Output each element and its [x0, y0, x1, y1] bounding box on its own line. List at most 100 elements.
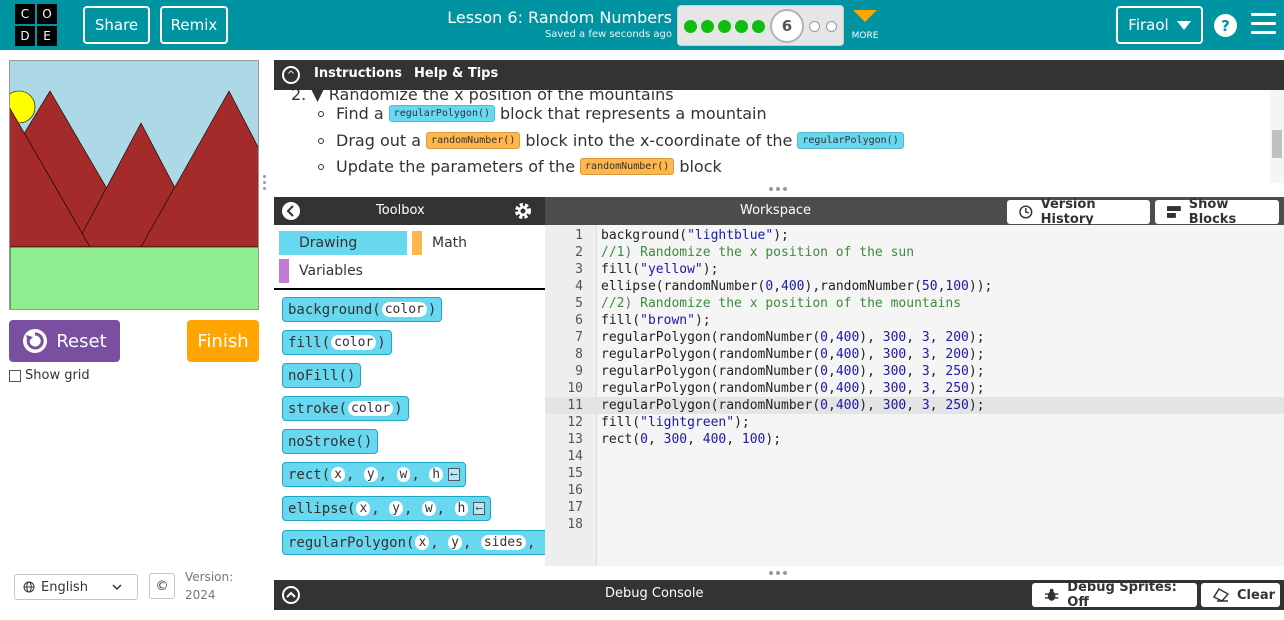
tab-help-tips[interactable]: Help & Tips — [414, 66, 498, 81]
block-ellipse[interactable]: ellipse( x, y, w, h ⟵ — [282, 496, 492, 521]
logo-letter: C — [15, 4, 35, 24]
level-dot-complete[interactable] — [735, 20, 748, 33]
line-number[interactable]: 8 — [545, 347, 583, 362]
finish-button[interactable]: Finish — [187, 320, 259, 362]
line-number[interactable]: 3 — [545, 262, 583, 277]
code-line[interactable]: regularPolygon(randomNumber(0,400), 300,… — [601, 330, 985, 345]
language-select[interactable]: English — [14, 574, 138, 600]
copyright-button[interactable]: © — [149, 573, 175, 599]
block-fill[interactable]: fill(color) — [282, 330, 392, 355]
list-item: Find a regularPolygon() block that repre… — [318, 104, 767, 123]
code-line[interactable]: //1) Randomize the x position of the sun — [601, 245, 914, 260]
line-number[interactable]: 18 — [545, 517, 583, 532]
line-number[interactable]: 1 — [545, 228, 583, 243]
line-number[interactable]: 5 — [545, 296, 583, 311]
level-dot-complete[interactable] — [718, 20, 731, 33]
level-dot-complete[interactable] — [752, 20, 765, 33]
debug-console-title: Debug Console — [605, 586, 704, 601]
scrollbar-thumb[interactable] — [1272, 130, 1282, 158]
code-line[interactable]: regularPolygon(randomNumber(0,400), 300,… — [601, 364, 985, 379]
line-number[interactable]: 16 — [545, 483, 583, 498]
more-label: MORE — [851, 31, 879, 41]
code-line[interactable]: fill("lightgreen"); — [601, 415, 750, 430]
code-line[interactable]: //2) Randomize the x position of the mou… — [601, 296, 961, 311]
panel-resize-handle[interactable] — [263, 175, 267, 195]
user-menu-button[interactable]: Firaol — [1116, 6, 1203, 44]
level-dot-incomplete[interactable] — [809, 21, 820, 32]
line-number[interactable]: 14 — [545, 449, 583, 464]
block-nostroke[interactable]: noStroke() — [282, 429, 379, 454]
category-math[interactable]: Math — [412, 231, 467, 255]
game-canvas[interactable] — [9, 60, 259, 310]
more-levels-button[interactable]: MORE — [849, 10, 881, 41]
code-line[interactable]: regularPolygon(randomNumber(0,400), 300,… — [601, 381, 985, 396]
instructions-content: 2. ▼ Randomize the x position of the mou… — [274, 90, 1284, 183]
gear-icon[interactable] — [513, 201, 533, 221]
list-item: Drag out a randomNumber() block into the… — [318, 131, 909, 150]
line-number[interactable]: 13 — [545, 432, 583, 447]
code-line[interactable]: regularPolygon(randomNumber(0,400), 300,… — [601, 347, 985, 362]
show-blocks-button[interactable]: Show Blocks — [1155, 197, 1279, 227]
line-number[interactable]: 15 — [545, 466, 583, 481]
collapse-args-icon[interactable]: ⟵ — [473, 502, 486, 515]
block-stroke[interactable]: stroke(color) — [282, 396, 409, 421]
line-number[interactable]: 2 — [545, 245, 583, 260]
code-line[interactable]: background("lightblue"); — [601, 228, 789, 243]
block-rect[interactable]: rect( x, y, w, h ⟵ — [282, 462, 467, 487]
language-value: English — [41, 579, 88, 595]
line-number[interactable]: 11 — [545, 398, 583, 413]
line-number[interactable]: 10 — [545, 381, 583, 396]
logo-letter: O — [37, 4, 57, 24]
remix-button[interactable]: Remix — [160, 6, 228, 44]
collapse-icon[interactable]: ^ — [282, 66, 300, 84]
line-number[interactable]: 6 — [545, 313, 583, 328]
chevron-down-icon — [853, 10, 877, 22]
code-org-logo[interactable]: C O D E — [15, 4, 57, 46]
block-nofill[interactable]: noFill() — [282, 363, 362, 388]
debug-sprites-button[interactable]: Debug Sprites: Off — [1032, 580, 1197, 610]
block-background[interactable]: background(color) — [282, 297, 443, 322]
block-regularpolygon[interactable]: regularPolygon( x, y, sides, — [282, 530, 545, 555]
category-drawing[interactable]: Drawing — [279, 231, 407, 255]
line-number[interactable]: 12 — [545, 415, 583, 430]
instructions-resize-handle[interactable] — [769, 187, 787, 191]
toolbox-header: Toolbox — [274, 197, 545, 225]
code-line[interactable]: regularPolygon(randomNumber(0,400), 300,… — [601, 398, 985, 413]
collapse-args-icon[interactable]: ⟵ — [448, 468, 461, 481]
user-name: Firaol — [1128, 16, 1169, 34]
show-grid-checkbox[interactable] — [9, 369, 21, 382]
code-line[interactable]: fill("brown"); — [601, 313, 711, 328]
line-number[interactable]: 17 — [545, 500, 583, 515]
collapse-left-icon[interactable] — [282, 202, 300, 220]
hamburger-menu-icon[interactable] — [1251, 13, 1276, 35]
tab-instructions[interactable]: Instructions — [314, 66, 402, 81]
caret-down-icon — [1176, 20, 1191, 30]
current-level-indicator[interactable]: 6 — [770, 9, 804, 43]
code-line[interactable]: fill("yellow"); — [601, 262, 718, 277]
reset-button[interactable]: Reset — [9, 320, 120, 362]
level-dot-complete[interactable] — [701, 20, 714, 33]
blocks-icon — [1167, 206, 1181, 218]
code-line[interactable]: ellipse(randomNumber(0,400),randomNumber… — [601, 279, 992, 294]
collapse-up-icon[interactable] — [282, 586, 300, 604]
line-number[interactable]: 9 — [545, 364, 583, 379]
category-variables[interactable]: Variables — [279, 259, 363, 283]
reset-icon — [23, 329, 48, 353]
clear-console-button[interactable]: Clear — [1201, 583, 1280, 607]
share-button[interactable]: Share — [83, 6, 150, 44]
instructions-header: ^ Instructions Help & Tips — [274, 60, 1284, 90]
version-history-button[interactable]: Version History — [1007, 197, 1150, 227]
level-dot-complete[interactable] — [684, 20, 697, 33]
help-icon[interactable]: ? — [1214, 14, 1237, 37]
globe-icon — [23, 581, 35, 593]
instructions-scrollbar[interactable] — [1270, 90, 1284, 183]
code-line[interactable]: rect(0, 300, 400, 100); — [601, 432, 781, 447]
workspace-resize-handle[interactable] — [769, 571, 787, 575]
list-item: Update the parameters of the randomNumbe… — [318, 157, 722, 176]
line-number[interactable]: 4 — [545, 279, 583, 294]
level-dot-incomplete[interactable] — [826, 21, 837, 32]
category-color-swatch — [412, 231, 422, 255]
line-number[interactable]: 7 — [545, 330, 583, 345]
show-grid-toggle[interactable]: Show grid — [9, 368, 90, 383]
lesson-title[interactable]: Lesson 6: Random Numbers — [380, 8, 672, 27]
